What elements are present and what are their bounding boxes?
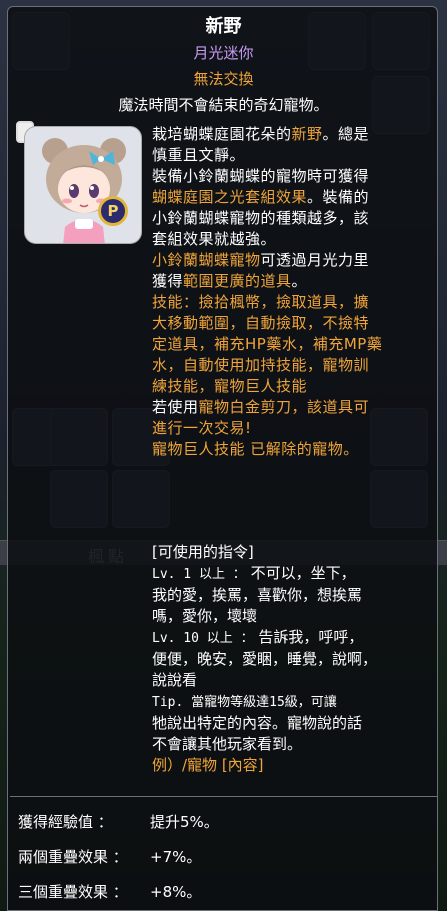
description-line-segment: 若使用 (152, 398, 199, 416)
description-line: 栽培蝴蝶庭園花朵的新野。總是 (152, 124, 424, 145)
stat-label: 三個重疊效果 ： (18, 883, 128, 901)
description-line-segment: 大移動範圍，自動撿取，不撿特 (152, 314, 370, 332)
description-line-segment: 慎重且文靜。 (152, 146, 246, 164)
description-line-segment: 寵物白金剪刀，該道具可 (198, 398, 370, 416)
description-line: 若使用寵物白金剪刀，該道具可 (152, 397, 424, 418)
command-line: Tip. 當寵物等級達15級，可讓 (152, 691, 424, 713)
command-line: 牠說出特定的內容。寵物說的話 (152, 713, 424, 734)
stat-row: 兩個重疊效果 ： +7%。 (18, 839, 428, 874)
description-line: 定道具，補充HP藥水，補充MP藥 (152, 334, 424, 355)
description-line-segment: 。 (291, 272, 308, 290)
command-line: 說說看 (152, 670, 424, 691)
description-line-segment: 小鈴蘭蝴蝶寵物的種類越多，該 (152, 209, 370, 227)
description-line: 小鈴蘭蝴蝶寵物可透過月光力里 (152, 250, 424, 271)
stat-value: +8%。 (150, 883, 202, 901)
description-line-segment: 套組效果就越強。 (152, 230, 277, 248)
command-line-segment: 例）/寵物 [內容] (152, 756, 264, 774)
command-line-segment: Lv. 10 以上 ： (152, 631, 254, 646)
description-line: 慎重且文靜。 (152, 145, 424, 166)
description-line-segment: 裝備小鈴蘭蝴蝶的寵物時可獲得 (152, 167, 370, 185)
description-line: 套組效果就越強。 (152, 229, 424, 250)
pet-name: 新野 (205, 16, 242, 37)
description-line: 練技能，寵物巨人技能 (152, 376, 424, 397)
command-line: Lv. 1 以上 ： 不可以，坐下， (152, 563, 424, 585)
pet-girl-icon (42, 138, 126, 243)
pet-tagline: 魔法時間不會結束的奇幻寵物。 (118, 96, 329, 114)
description-line-segment: 。總是 (322, 125, 370, 143)
description-line-segment: 練技能，寵物巨人技能 (152, 377, 308, 395)
command-line: 便便，晚安，愛睏，睡覺，說啊， (152, 649, 424, 670)
command-line-segment: 不可以，坐下， (245, 564, 356, 582)
description-line-segment: 寵物巨人技能 已解除的寵物。 (152, 440, 359, 458)
stat-label: 獲得經驗值 ： (18, 813, 113, 831)
divider (10, 796, 437, 797)
description-line: 進行一次交易! (152, 418, 424, 439)
description-line-segment: 進行一次交易! (152, 419, 252, 437)
command-line-segment: 牠說出特定的內容。寵物說的話 (152, 714, 363, 732)
stat-value: +7%。 (150, 848, 202, 866)
description-line: 裝備小鈴蘭蝴蝶的寵物時可獲得 (152, 166, 424, 187)
command-line: 不會讓其他玩家看到。 (152, 734, 424, 755)
description-line: 獲得範圍更廣的道具。 (152, 271, 424, 292)
stat-row: 三個重疊效果 ： +8%。 (18, 874, 428, 909)
command-line-segment: 我的愛，挨罵，喜歡你，想挨罵 (152, 586, 363, 604)
command-line-segment: 嗎，愛你，壞壞 (152, 607, 258, 625)
description-line-segment: 範圍更廣的道具 (183, 272, 292, 290)
description-line-segment: 。裝備的 (307, 188, 370, 206)
description-line: 技能：撿拾楓幣，撿取道具，擴 (152, 292, 424, 313)
stat-row: 獲得經驗值 ： 提升5%。 (18, 804, 428, 839)
pet-description: 栽培蝴蝶庭園花朵的新野。總是 慎重且文靜。 裝備小鈴蘭蝴蝶的寵物時可獲得 蝴蝶庭園之光… (152, 124, 424, 460)
description-line: 寵物巨人技能 已解除的寵物。 (152, 439, 424, 460)
description-line-segment: 蝴蝶庭園之光套組效果 (152, 188, 308, 206)
command-line: [可使用的指令] (152, 542, 424, 563)
command-line-segment: Lv. 1 以上 ： (152, 567, 246, 582)
set-effect-stats: 獲得經驗值 ： 提升5%。兩個重疊效果 ： +7%。三個重疊效果 ： +8%。 (18, 804, 428, 909)
command-line-segment: 說說看 (152, 671, 198, 689)
description-line: 小鈴蘭蝴蝶寵物的種類越多，該 (152, 208, 424, 229)
command-line-segment: 不會讓其他玩家看到。 (152, 735, 303, 753)
pet-series: 月光迷你 (193, 44, 254, 62)
description-line-segment: 水，自動使用加持技能，寵物訓 (152, 356, 370, 374)
command-line-segment: Tip. 當寵物等級達15級，可讓 (152, 695, 337, 710)
pet-portrait (24, 126, 142, 244)
description-line-segment: 小鈴蘭蝴蝶寵物 (152, 251, 261, 269)
premium-badge-icon: P (98, 196, 128, 226)
command-line-segment: 告訴我，呼呼， (253, 628, 364, 646)
command-line-segment: 便便，晚安，愛睏，睡覺，說啊， (152, 650, 378, 668)
description-line: 蝴蝶庭園之光套組效果。裝備的 (152, 187, 424, 208)
description-line-segment: 新野 (291, 125, 323, 143)
trade-restriction: 無法交換 (193, 70, 254, 88)
command-line: 我的愛，挨罵，喜歡你，想挨罵 (152, 585, 424, 606)
description-line-segment: 栽培蝴蝶庭園花朵的 (152, 125, 292, 143)
command-line: Lv. 10 以上 ： 告訴我，呼呼， (152, 627, 424, 649)
description-line: 水，自動使用加持技能，寵物訓 (152, 355, 424, 376)
description-line-segment: 獲得 (152, 272, 184, 290)
command-line-segment: [可使用的指令] (152, 543, 254, 561)
stat-label: 兩個重疊效果 ： (18, 848, 128, 866)
command-line: 例）/寵物 [內容] (152, 755, 424, 776)
description-line: 大移動範圍，自動撿取，不撿特 (152, 313, 424, 334)
stat-value: 提升5%。 (150, 813, 219, 831)
description-line-segment: 技能：撿拾楓幣，撿取道具，擴 (152, 293, 370, 311)
description-line-segment: 可透過月光力里 (260, 251, 370, 269)
description-line-segment: 定道具，補充HP藥水，補充MP藥 (152, 335, 383, 353)
command-line: 嗎，愛你，壞壞 (152, 606, 424, 627)
pet-commands: [可使用的指令] Lv. 1 以上 ： 不可以，坐下， 我的愛，挨罵，喜歡你，想挨罵… (152, 542, 424, 776)
